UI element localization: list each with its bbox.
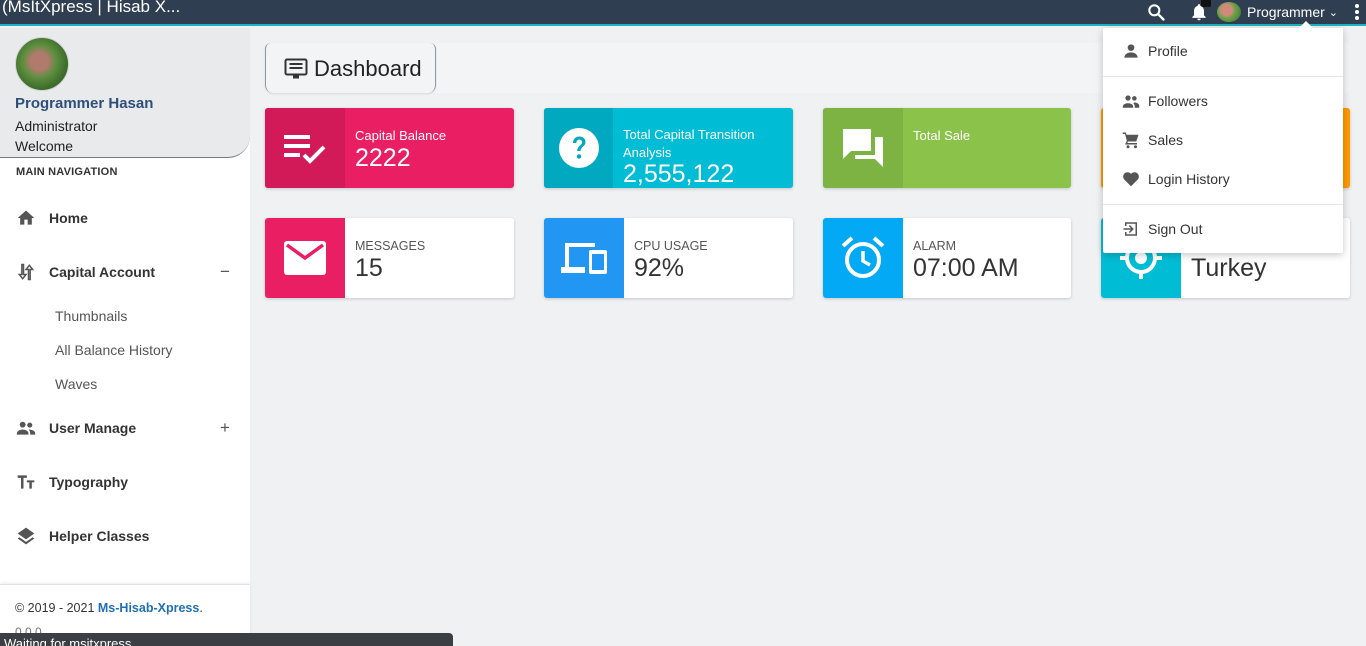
user-info-panel: Programmer Hasan Administrator Welcome [0,28,250,158]
notification-badge [1201,0,1211,7]
card-value: 07:00 AM [913,254,1019,282]
capital-balance-card[interactable]: Capital Balance 2222 [265,108,514,188]
heart-icon [1122,170,1140,188]
divider [1103,204,1343,205]
group-icon [1122,92,1140,110]
divider [1103,76,1343,77]
card-label: MESSAGES [355,239,426,253]
page-title-box: Dashboard [265,43,436,93]
sidebar-subitem-waves[interactable]: Waves [55,376,97,392]
sidebar-item-user-manage[interactable]: User Manage + [0,413,250,443]
copyright-prefix: © 2019 - 2021 [15,601,98,615]
sidebar-item-typography[interactable]: Typography [0,467,250,497]
sidebar-item-home[interactable]: Home [0,203,250,233]
devices-icon [544,218,624,298]
avatar [1217,2,1241,22]
bell-icon[interactable] [1188,0,1211,24]
menu-item-label: Login History [1148,171,1230,187]
card-value: 2,555,122 [623,160,735,188]
home-icon [16,208,36,228]
sidebar-item-helper-classes[interactable]: Helper Classes [0,521,250,551]
sidebar-item-label: Typography [49,474,129,490]
menu-item-followers[interactable]: Followers [1103,87,1343,115]
sidebar-item-label: Home [49,210,88,226]
forum-icon [823,108,903,188]
card-value: 15 [355,254,383,282]
sidebar-subitem-thumbnails[interactable]: Thumbnails [55,308,127,324]
email-icon [265,218,345,298]
menu-item-label: Followers [1148,93,1208,109]
capital-transition-card[interactable]: Total Capital Transition Analysis 2,555,… [544,108,793,188]
browser-status-bar: Waiting for msitxpress... [0,633,453,646]
cpu-usage-card[interactable]: CPU USAGE 92% [544,218,793,298]
alarm-icon [823,218,903,298]
messages-card[interactable]: MESSAGES 15 [265,218,514,298]
expand-toggle[interactable]: + [220,418,230,438]
text-size-icon [16,472,36,492]
copyright: © 2019 - 2021 Ms-Hisab-Xpress. [15,601,203,615]
avatar[interactable] [15,37,69,91]
card-label: Total Capital Transition Analysis [623,127,755,160]
card-value: 92% [634,254,685,282]
menu-item-label: Sign Out [1148,221,1203,237]
card-label: Capital Balance [355,128,447,143]
sign-out-icon [1122,220,1140,238]
people-icon [16,418,36,438]
checklist-icon [265,108,345,188]
menu-item-sales[interactable]: Sales [1103,126,1343,154]
person-icon [1122,42,1140,60]
dropdown-caret [1299,21,1313,28]
copyright-suffix: . [199,601,203,615]
nav-header: MAIN NAVIGATION [16,166,118,178]
dashboard-icon [284,58,308,85]
layers-icon [16,526,36,546]
card-label: CPU USAGE [634,239,708,253]
sidebar-item-label: Capital Account [49,264,156,280]
menu-item-sign-out[interactable]: Sign Out [1103,215,1343,243]
chevron-down-icon: ⌄ [1328,6,1339,19]
more-vert-icon[interactable] [1350,0,1364,24]
search-icon[interactable] [1145,0,1167,24]
swap-icon [16,262,36,282]
user-menu-toggle[interactable]: Programmer ⌄ [1217,0,1338,24]
menu-item-profile[interactable]: Profile [1103,37,1343,65]
card-value: Turkey [1191,254,1267,282]
app-title[interactable]: (MsItXpress | Hisab X... [2,0,180,17]
sidebar-item-capital-account[interactable]: Capital Account − [0,257,250,287]
page-title: Dashboard [314,56,422,81]
brand-link[interactable]: Ms-Hisab-Xpress [98,601,199,615]
user-dropdown-menu: Profile Followers Sales Login History Si… [1103,21,1343,253]
collapse-toggle[interactable]: − [220,262,230,282]
sidebar-item-label: Helper Classes [49,528,150,544]
menu-item-label: Sales [1148,132,1184,148]
total-sale-card[interactable]: Total Sale [823,108,1071,188]
card-value: 2222 [355,144,411,172]
user-greeting: Welcome [15,138,74,154]
top-navbar: (MsItXpress | Hisab X... Programmer ⌄ [0,0,1366,26]
alarm-card[interactable]: ALARM 07:00 AM [823,218,1071,298]
user-full-name[interactable]: Programmer Hasan [15,95,153,112]
menu-item-label: Profile [1148,43,1188,59]
card-label: Total Sale [913,128,971,143]
card-label: ALARM [913,239,957,253]
help-icon [544,108,613,188]
user-name: Programmer [1247,4,1325,20]
cart-icon [1122,131,1140,149]
sidebar-item-label: User Manage [49,420,137,436]
sidebar-subitem-all-balance-history[interactable]: All Balance History [55,342,173,358]
menu-item-login-history[interactable]: Login History [1103,165,1343,193]
user-role: Administrator [15,118,98,134]
sidebar: Programmer Hasan Administrator Welcome M… [0,28,250,646]
